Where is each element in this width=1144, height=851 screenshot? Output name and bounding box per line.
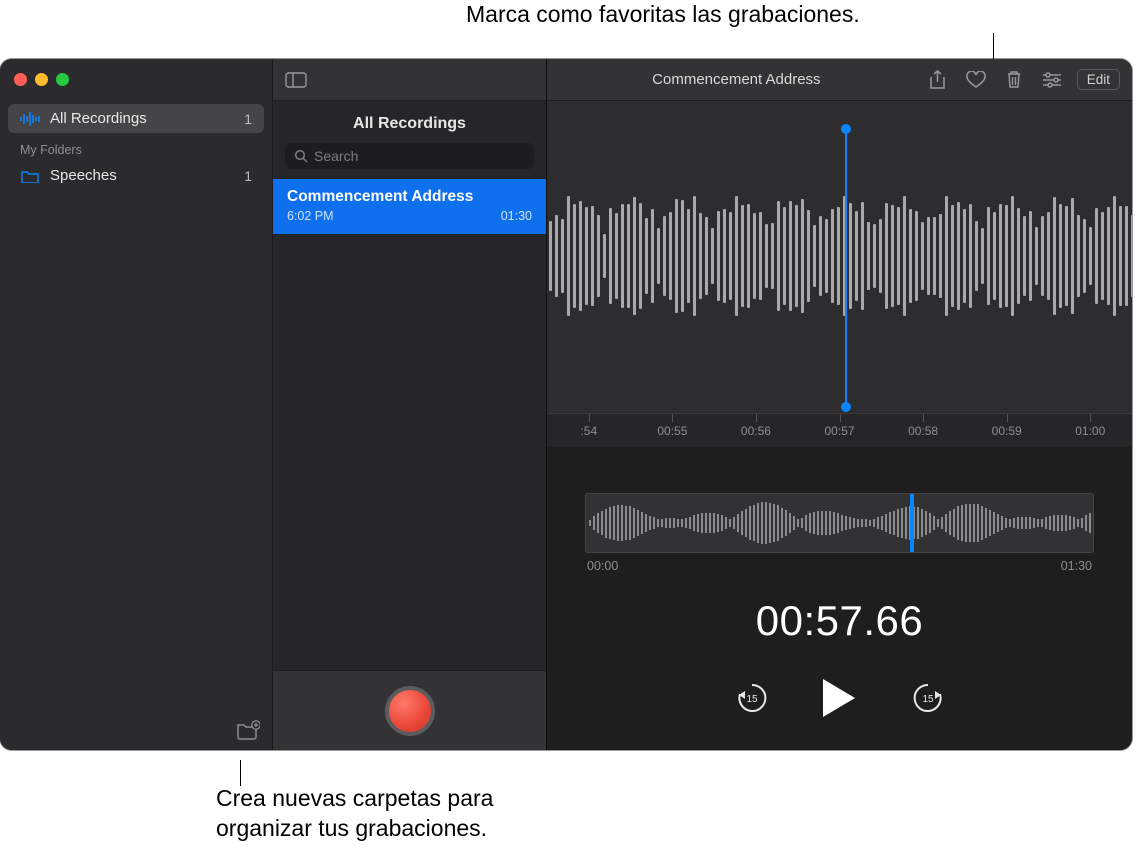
play-button[interactable]: [819, 677, 861, 719]
callout-newfolder-line: [240, 760, 241, 786]
recordings-list-title: All Recordings: [273, 101, 546, 143]
recording-title: Commencement Address: [287, 188, 532, 206]
waveform-bars: [547, 196, 1132, 316]
sidebar-item-speeches[interactable]: Speeches 1: [8, 161, 264, 190]
playhead[interactable]: [845, 129, 847, 407]
ruler-tick: :54: [547, 424, 631, 438]
callout-newfolder-text-2: organizar tus grabaciones.: [216, 814, 636, 844]
record-footer: [273, 670, 546, 750]
overview-waveform[interactable]: [585, 493, 1094, 553]
overview-playhead[interactable]: [910, 493, 914, 553]
callout-newfolder: Crea nuevas carpetas para organizar tus …: [216, 784, 636, 844]
window-controls: [0, 59, 272, 100]
recording-row[interactable]: Commencement Address 6:02 PM 01:30: [273, 179, 546, 234]
voice-memos-window: All Recordings 1 My Folders Speeches 1: [0, 59, 1132, 750]
sidebar-section-heading: My Folders: [8, 133, 264, 161]
search-icon: [294, 149, 308, 163]
timecode-display: 00:57.66: [547, 597, 1132, 645]
detail-title: Commencement Address: [559, 71, 914, 88]
sidebar-list: All Recordings 1 My Folders Speeches 1: [0, 100, 272, 710]
ruler-tick: 00:58: [881, 424, 965, 438]
zoom-button[interactable]: [56, 73, 69, 86]
ruler-tick: 00:56: [714, 424, 798, 438]
sidebar-footer: [0, 710, 272, 750]
new-folder-button[interactable]: [236, 720, 260, 740]
search-field[interactable]: [285, 143, 534, 169]
close-button[interactable]: [14, 73, 27, 86]
transport-controls: 15 15: [547, 677, 1132, 719]
detail-toolbar: Commencement Address Edit: [547, 59, 1132, 101]
settings-button[interactable]: [1037, 69, 1067, 91]
recording-time: 6:02 PM: [287, 209, 334, 223]
sidebar-item-all-recordings[interactable]: All Recordings 1: [8, 104, 264, 133]
ruler-tick: 01:00: [1048, 424, 1132, 438]
sidebar-item-label: All Recordings: [50, 110, 147, 127]
ruler-tick: 00:55: [631, 424, 715, 438]
skip-forward-amount: 15: [922, 694, 934, 705]
edit-button[interactable]: Edit: [1077, 69, 1120, 90]
delete-button[interactable]: [1001, 67, 1027, 92]
callout-favorite-text: Marca como favoritas las grabaciones.: [466, 1, 860, 27]
detail-pane: Commencement Address Edit :5400:5500:560…: [547, 59, 1132, 750]
toggle-sidebar-button[interactable]: [281, 70, 311, 90]
skip-forward-button[interactable]: 15: [911, 681, 945, 715]
minimize-button[interactable]: [35, 73, 48, 86]
waveform-icon: [20, 112, 40, 126]
favorite-button[interactable]: [961, 68, 991, 92]
skip-back-amount: 15: [746, 694, 758, 705]
time-ruler: :5400:5500:5600:5700:5800:5901:00: [547, 413, 1132, 447]
sidebar-item-label: Speeches: [50, 167, 117, 184]
overview-start-label: 00:00: [587, 559, 618, 573]
callout-newfolder-text-1: Crea nuevas carpetas para: [216, 784, 636, 814]
record-button[interactable]: [385, 686, 435, 736]
waveform-detail[interactable]: :5400:5500:5600:5700:5800:5901:00: [547, 101, 1132, 447]
skip-back-button[interactable]: 15: [735, 681, 769, 715]
sidebar-item-count: 1: [244, 168, 252, 184]
search-input[interactable]: [314, 148, 525, 164]
overview-end-label: 01:30: [1061, 559, 1092, 573]
recording-duration: 01:30: [501, 209, 532, 223]
callout-favorite: Marca como favoritas las grabaciones.: [466, 0, 860, 30]
folder-icon: [20, 169, 40, 183]
share-button[interactable]: [924, 67, 951, 93]
overview-section: 00:00 01:30: [547, 447, 1132, 573]
ruler-tick: 00:59: [965, 424, 1049, 438]
ruler-tick: 00:57: [798, 424, 882, 438]
sidebar-item-count: 1: [244, 111, 252, 127]
recordings-list-column: All Recordings Commencement Address 6:02…: [272, 59, 547, 750]
overview-bars: [586, 494, 1093, 552]
sidebar: All Recordings 1 My Folders Speeches 1: [0, 59, 272, 750]
mid-header: [273, 59, 546, 101]
